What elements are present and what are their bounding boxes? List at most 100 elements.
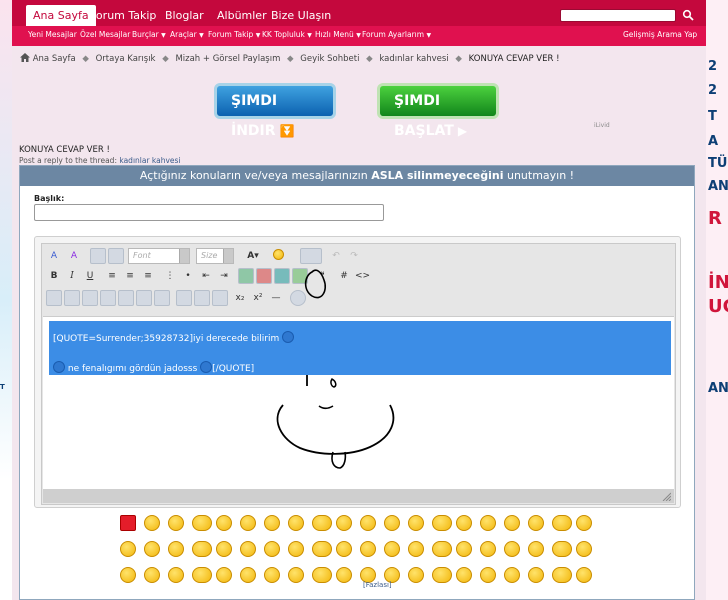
smiley-icon[interactable] (192, 541, 212, 557)
subnav-burclar[interactable]: Burçlar ▼ (132, 30, 166, 39)
smiley-icon[interactable] (528, 541, 544, 557)
smiley-icon[interactable] (288, 541, 304, 557)
cell-merge-icon[interactable] (154, 290, 170, 306)
smiley-icon[interactable] (144, 567, 160, 583)
smiley-icon[interactable] (456, 541, 472, 557)
row-insert-icon[interactable] (82, 290, 98, 306)
font-select[interactable]: Font (128, 248, 190, 264)
clipboard-icon[interactable] (300, 248, 322, 264)
smiley-insert-icon[interactable] (270, 248, 286, 264)
unordered-list-icon[interactable]: • (180, 268, 196, 284)
paste-word-icon[interactable] (108, 248, 124, 264)
hash-icon[interactable]: # (336, 268, 352, 284)
breadcrumb-mizah[interactable]: Mizah + Görsel Paylaşım (175, 54, 280, 64)
smiley-icon[interactable] (240, 567, 256, 583)
remove-format-icon[interactable]: A (46, 248, 62, 264)
quote-icon[interactable]: ❝ (314, 268, 330, 284)
breadcrumb-ortaya-karisik[interactable]: Ortaya Karışık (96, 54, 156, 64)
smiley-icon[interactable] (432, 567, 452, 583)
smiley-icon[interactable] (432, 541, 452, 557)
table-delete-icon[interactable] (212, 290, 228, 306)
smiley-icon[interactable] (144, 541, 160, 557)
smiley-icon[interactable] (432, 515, 452, 531)
advanced-search-link[interactable]: Gelişmiş Arama Yap (623, 30, 697, 39)
smiley-icon[interactable] (312, 567, 332, 583)
smiley-icon[interactable] (240, 515, 256, 531)
tab-bloglar[interactable]: Bloglar (158, 5, 211, 26)
smiley-icon[interactable] (552, 567, 572, 583)
subnav-hizli-menu[interactable]: Hızlı Menü ▼ (315, 30, 361, 39)
outdent-icon[interactable]: ⇤ (198, 268, 214, 284)
smiley-icon[interactable] (504, 567, 520, 583)
download-ad-button[interactable]: ŞIMDI İNDIR ⏬ (214, 83, 336, 139)
smiley-icon[interactable] (408, 541, 424, 557)
code-icon[interactable]: <> (354, 268, 370, 284)
smiley-icon[interactable] (360, 541, 376, 557)
indent-icon[interactable]: ⇥ (216, 268, 232, 284)
smiley-icon[interactable] (456, 515, 472, 531)
table-props-icon[interactable] (64, 290, 80, 306)
smiley-icon[interactable] (288, 567, 304, 583)
smiley-icon[interactable] (480, 567, 496, 583)
smiley-icon[interactable] (336, 515, 352, 531)
smiley-icon[interactable] (216, 567, 232, 583)
subnav-araclar[interactable]: Araçlar ▼ (170, 30, 204, 39)
bold-icon[interactable]: B (46, 268, 62, 284)
smiley-icon[interactable] (480, 541, 496, 557)
title-input[interactable] (34, 204, 384, 221)
smiley-icon[interactable] (408, 567, 424, 583)
start-ad-button[interactable]: ŞIMDI BAŞLAT ▶ (377, 83, 499, 139)
tab-bize-ulasin[interactable]: Bize Ulaşın (264, 5, 338, 26)
smiley-icon[interactable] (384, 541, 400, 557)
smiley-icon[interactable] (528, 567, 544, 583)
smiley-icon[interactable] (384, 515, 400, 531)
row-delete-icon[interactable] (100, 290, 116, 306)
spellcheck-icon[interactable]: A (66, 248, 82, 264)
smiley-icon[interactable] (552, 515, 572, 531)
ordered-list-icon[interactable]: ⋮ (162, 268, 178, 284)
image-icon[interactable] (274, 268, 290, 284)
tab-forum-takip[interactable]: Forum Takip (83, 5, 163, 26)
smiley-icon[interactable] (360, 515, 376, 531)
smiley-icon[interactable] (192, 567, 212, 583)
underline-icon[interactable]: U (82, 268, 98, 284)
subnav-forum-takip[interactable]: Forum Takip ▼ (208, 30, 260, 39)
smiley-icon[interactable] (168, 567, 184, 583)
cell-props-icon[interactable] (194, 290, 210, 306)
link-icon[interactable] (238, 268, 254, 284)
subnav-ozel-mesajlar[interactable]: Özel Mesajlar (80, 30, 130, 39)
paste-text-icon[interactable] (90, 248, 106, 264)
smiley-icon[interactable] (120, 541, 136, 557)
italic-icon[interactable]: I (64, 268, 80, 284)
table-icon[interactable] (46, 290, 62, 306)
smiley-icon[interactable] (168, 515, 184, 531)
breadcrumb-geyik-sohbeti[interactable]: Geyik Sohbeti (300, 54, 359, 64)
smiley-icon[interactable] (288, 515, 304, 531)
search-icon[interactable] (682, 9, 694, 21)
video-icon[interactable] (292, 268, 308, 284)
redo-icon[interactable]: ↷ (346, 248, 362, 264)
undo-icon[interactable]: ↶ (328, 248, 344, 264)
breadcrumb-thread[interactable]: kadınlar kahvesi (379, 54, 448, 64)
breadcrumb-home[interactable]: Ana Sayfa (33, 54, 76, 64)
smiley-icon[interactable] (264, 567, 280, 583)
smiley-icon[interactable] (120, 567, 136, 583)
subnav-forum-ayarlarim[interactable]: Forum Ayarlarım ▼ (362, 30, 431, 39)
align-right-icon[interactable]: ≡ (140, 268, 156, 284)
left-side-ad[interactable]: T (0, 0, 12, 600)
smiley-icon[interactable] (408, 515, 424, 531)
smiley-icon[interactable] (144, 515, 160, 531)
size-select[interactable]: Size (196, 248, 234, 264)
smiley-icon[interactable] (312, 541, 332, 557)
right-side-ad[interactable]: 2 2 TA TÜ ANA R İN UÇ ANA (706, 0, 728, 600)
subscript-icon[interactable]: x₂ (232, 290, 248, 306)
subnav-kk-topluluk[interactable]: KK Topluluk ▼ (262, 30, 312, 39)
smiley-icon[interactable] (552, 541, 572, 557)
smiley-icon[interactable] (336, 541, 352, 557)
unlink-icon[interactable] (256, 268, 272, 284)
smiley-icon[interactable] (456, 567, 472, 583)
smiley-icon[interactable] (240, 541, 256, 557)
special-char-icon[interactable] (290, 290, 306, 306)
search-input[interactable] (560, 9, 676, 22)
smiley-icon[interactable] (168, 541, 184, 557)
